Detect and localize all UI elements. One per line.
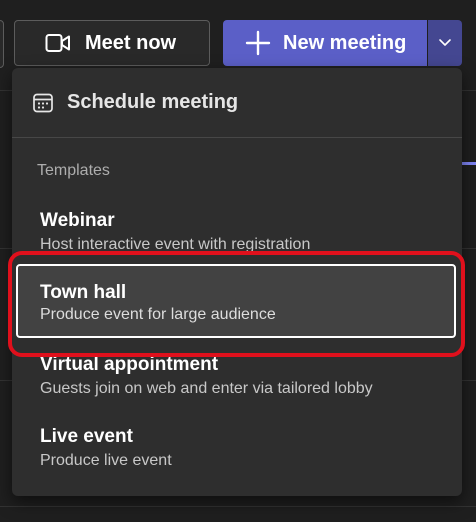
template-webinar[interactable]: Webinar Host interactive event with regi…	[12, 198, 462, 268]
template-description: Produce live event	[40, 452, 172, 469]
template-title: Virtual appointment	[40, 354, 219, 375]
template-live-event[interactable]: Live event Produce live event	[12, 414, 462, 484]
template-title: Live event	[40, 426, 133, 447]
new-meeting-dropdown-button[interactable]	[428, 20, 462, 66]
schedule-meeting-item[interactable]: Schedule meeting	[12, 68, 462, 137]
schedule-meeting-label: Schedule meeting	[67, 91, 239, 113]
template-description: Host interactive event with registration	[40, 236, 311, 253]
template-virtual-appointment[interactable]: Virtual appointment Guests join on web a…	[12, 342, 462, 412]
video-camera-icon	[45, 31, 71, 55]
meet-now-label: Meet now	[85, 31, 177, 54]
new-meeting-menu: Schedule meeting Templates Webinar Host …	[12, 68, 462, 496]
menu-divider	[12, 137, 462, 138]
chevron-down-icon	[438, 34, 452, 52]
partial-toolbar-button[interactable]	[0, 20, 4, 68]
app-window: Meet now New meeting Schedule meeting Te…	[0, 0, 476, 522]
template-title: Town hall	[40, 282, 127, 303]
calendar-icon	[32, 92, 54, 114]
template-town-hall[interactable]: Town hall Produce event for large audien…	[16, 264, 456, 338]
meet-now-button[interactable]: Meet now	[14, 20, 210, 66]
background-grid-line	[0, 506, 476, 507]
templates-heading: Templates	[37, 162, 110, 179]
template-title: Webinar	[40, 210, 115, 231]
template-description: Guests join on web and enter via tailore…	[40, 380, 373, 397]
plus-icon	[245, 30, 271, 56]
template-description: Produce event for large audience	[40, 306, 276, 323]
background-accent-bar	[462, 162, 476, 165]
new-meeting-button[interactable]: New meeting	[223, 20, 427, 66]
new-meeting-label: New meeting	[283, 31, 407, 54]
